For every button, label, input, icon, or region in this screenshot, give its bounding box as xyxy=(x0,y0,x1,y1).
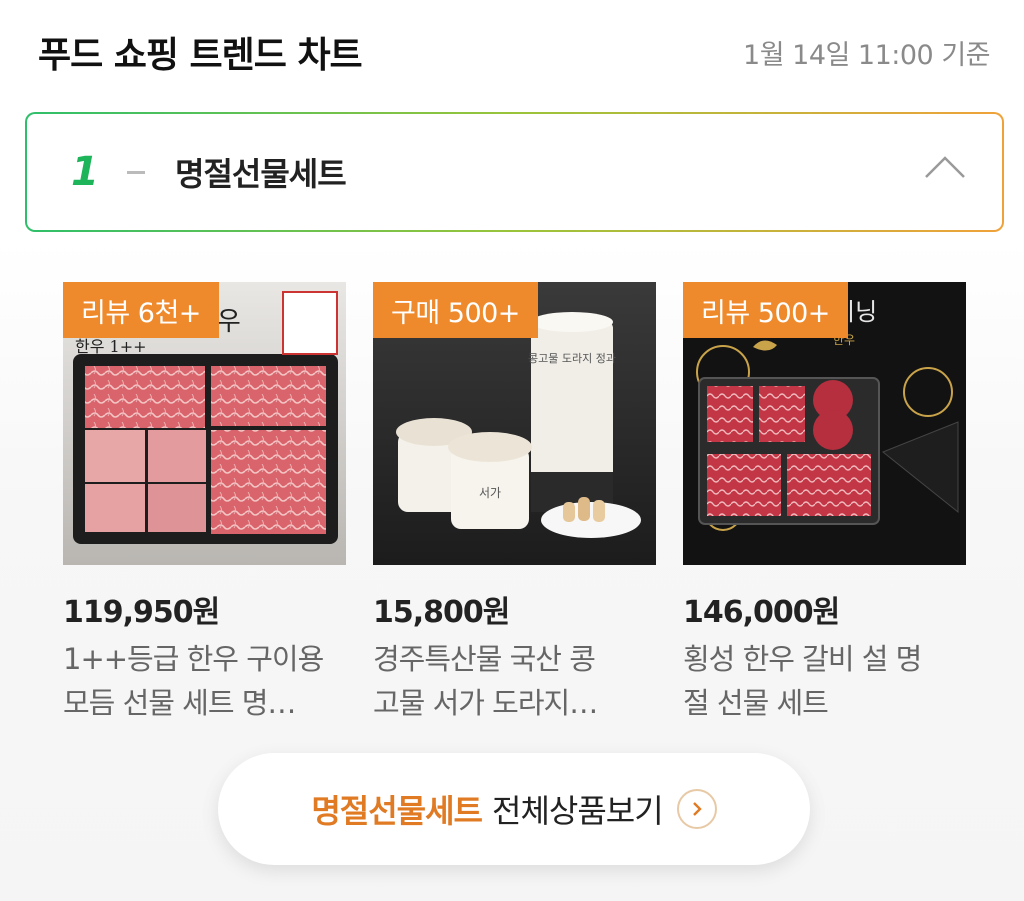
rank-toggle[interactable]: 1 명절선물세트 xyxy=(25,112,1004,232)
product-image[interactable]: 한우 한우 1++ 리뷰 6천+ xyxy=(63,282,346,565)
product-name-line: 경주특산물 국산 콩 xyxy=(373,642,596,676)
product-card[interactable]: 콩고물 도라지 정과 서가 구매 500+ 15,800원 경주특산물 국산 콩… xyxy=(373,282,656,725)
chevron-up-icon[interactable] xyxy=(924,151,966,193)
page-title: 푸드 쇼핑 트렌드 차트 xyxy=(38,35,363,76)
product-card[interactable]: 한우 한우 1++ 리뷰 6천+ 119,950원 1++등급 한우 구이용 모… xyxy=(63,282,346,725)
review-badge: 리뷰 500+ xyxy=(683,282,848,338)
purchase-badge: 구매 500+ xyxy=(373,282,538,338)
product-name[interactable]: 1++등급 한우 구이용 모듬 선물 세트 명… xyxy=(63,637,333,725)
header: 푸드 쇼핑 트렌드 차트 1월 14일 11:00 기준 xyxy=(38,22,990,82)
chevron-right-icon xyxy=(676,789,717,829)
product-image[interactable]: 이닝 한우 리뷰 500+ xyxy=(683,282,966,565)
view-all-products-button[interactable]: 명절선물세트 전체상품보기 xyxy=(218,753,810,865)
product-price: 146,000원 xyxy=(683,595,840,630)
image-text: 콩고물 도라지 정과 xyxy=(528,352,616,365)
product-name[interactable]: 경주특산물 국산 콩 고물 서가 도라지… xyxy=(373,637,643,725)
image-text: 한우 1++ xyxy=(75,337,147,356)
product-list: 한우 한우 1++ 리뷰 6천+ 119,950원 1++등급 한우 구이용 모… xyxy=(63,282,973,722)
view-all-category: 명절선물세트 xyxy=(311,792,483,830)
update-timestamp: 1월 14일 11:00 기준 xyxy=(743,39,990,71)
product-price: 15,800원 xyxy=(373,595,510,630)
image-text: 서가 xyxy=(479,486,501,500)
rank-category: 명절선물세트 xyxy=(175,155,347,193)
review-badge: 리뷰 6천+ xyxy=(63,282,219,338)
rank-divider xyxy=(127,170,145,174)
product-name-line: 고물 서가 도라지… xyxy=(373,686,598,720)
product-name-line: 횡성 한우 갈비 설 명 xyxy=(683,642,922,676)
rank-number: 1 xyxy=(71,149,99,195)
view-all-label: 전체상품보기 xyxy=(492,792,664,830)
product-name[interactable]: 횡성 한우 갈비 설 명 절 선물 세트 xyxy=(683,637,953,725)
product-name-line: 모듬 선물 세트 명… xyxy=(63,686,296,720)
product-name-line: 절 선물 세트 xyxy=(683,686,829,720)
product-name-line: 1++등급 한우 구이용 xyxy=(63,642,324,676)
product-image[interactable]: 콩고물 도라지 정과 서가 구매 500+ xyxy=(373,282,656,565)
trend-chart-page: 푸드 쇼핑 트렌드 차트 1월 14일 11:00 기준 1 명절선물세트 한우… xyxy=(0,0,1024,901)
product-card[interactable]: 이닝 한우 리뷰 500+ 146,000원 횡성 한우 갈비 설 명 절 선물… xyxy=(683,282,966,725)
product-price: 119,950원 xyxy=(63,595,220,630)
rank-toggle-inner: 1 명절선물세트 xyxy=(27,114,1002,230)
